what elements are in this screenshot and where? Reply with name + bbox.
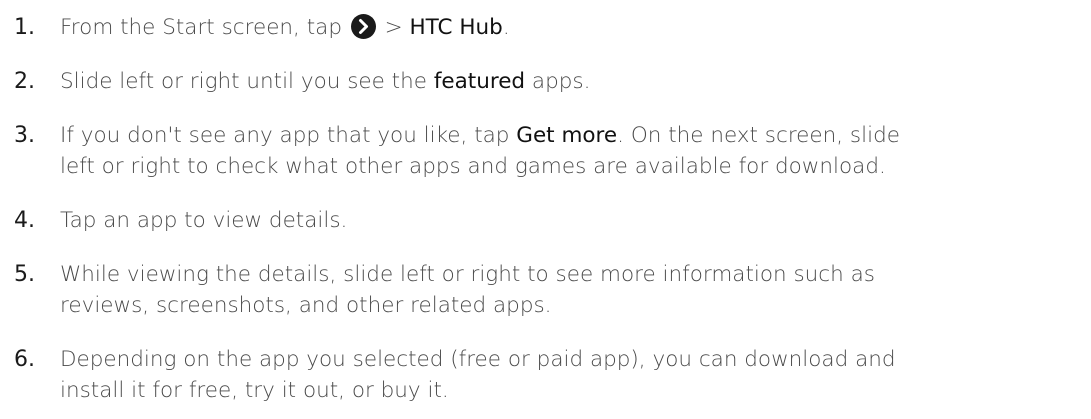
step-number: 4.	[14, 208, 35, 233]
step-text: If you don't see any app that you like, …	[60, 123, 900, 179]
step-number: 5.	[14, 262, 35, 287]
step-number: 6.	[14, 347, 35, 372]
step-text: From the Start screen, tap > HTC Hub.	[60, 14, 510, 40]
step-number: 1.	[14, 15, 35, 40]
step-number: 3.	[14, 123, 35, 148]
hub-label: HTC Hub	[409, 15, 503, 40]
get-more-label: Get more	[516, 123, 618, 148]
step-text: Tap an app to view details.	[60, 208, 348, 233]
step-text: Slide left or right until you see the fe…	[60, 69, 591, 94]
right-arrow-circle-icon	[350, 14, 376, 39]
step-number: 2.	[14, 69, 35, 94]
instruction-steps: 1. From the Start screen, tap > HTC Hub.…	[0, 0, 1091, 419]
step-text: Depending on the app you selected (free …	[60, 347, 896, 403]
featured-label: featured	[433, 69, 526, 94]
step-text: While viewing the details, slide left or…	[60, 262, 875, 318]
